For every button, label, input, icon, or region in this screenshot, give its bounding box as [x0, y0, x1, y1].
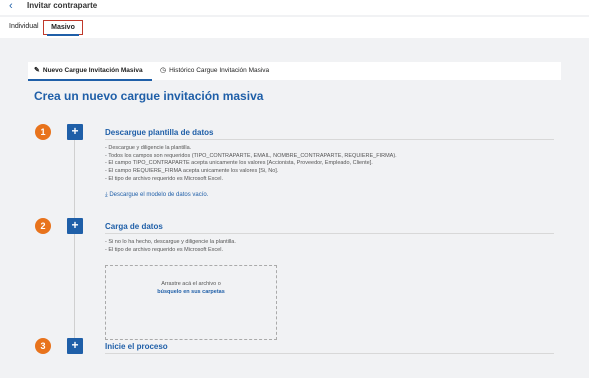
subtab-nuevo-cargue[interactable]: ✎ Nuevo Cargue Invitación Masiva [34, 66, 143, 74]
step-1-divider [105, 139, 554, 140]
tab-individual[interactable]: Individual [9, 23, 39, 30]
browse-files-link[interactable]: búsquelo en sus carpetas [106, 289, 276, 295]
step-2-instructions: - Si no lo ha hecho, descargue y diligen… [105, 239, 236, 254]
tab-masivo[interactable]: Masivo [43, 20, 83, 35]
expand-step-2-button[interactable]: + [67, 218, 83, 234]
active-tab-indicator [47, 34, 79, 36]
main-tabs: Individual Masivo [0, 17, 589, 38]
step-3-title: Inicie el proceso [105, 342, 168, 351]
download-link-label: Descargue el modelo de datos vacío. [109, 192, 209, 198]
top-bar: ‹ Invitar contraparte [0, 0, 589, 15]
expand-step-3-button[interactable]: + [67, 338, 83, 354]
subtab-historico[interactable]: ◷ Histórico Cargue Invitación Masiva [160, 66, 269, 74]
instruction-line: - El campo TIPO_CONTRAPARTE acepta unica… [105, 160, 373, 167]
download-icon: ⤓ [105, 192, 108, 198]
instruction-line: - El tipo de archivo requerido es Micros… [105, 246, 223, 253]
clock-icon: ◷ [160, 67, 167, 74]
dropzone-text: Arrastre acá el archivo o [161, 281, 221, 287]
instruction-line: - Todos los campos son requeridos (TIPO_… [105, 152, 397, 159]
page-title: Invitar contraparte [27, 1, 98, 10]
download-template-link[interactable]: ⤓ Descargue el modelo de datos vacío. [105, 192, 208, 199]
step-3-divider [105, 353, 554, 354]
subtab-label: Histórico Cargue Invitación Masiva [169, 67, 270, 74]
active-subtab-indicator [28, 79, 152, 81]
expand-step-1-button[interactable]: + [67, 124, 83, 140]
instruction-line: - Descargue y diligencie la plantilla. [105, 145, 192, 151]
step-1-title: Descargue plantilla de datos [105, 128, 214, 137]
main-heading: Crea un nuevo cargue invitación masiva [34, 89, 264, 103]
instruction-line: - Si no lo ha hecho, descargue y diligen… [105, 239, 236, 245]
step-1-instructions: - Descargue y diligencie la plantilla. -… [105, 145, 397, 184]
pencil-icon: ✎ [34, 67, 40, 74]
step-number-badge: 1 [35, 124, 51, 140]
step-2-divider [105, 233, 554, 234]
step-number-badge: 3 [35, 338, 51, 354]
instruction-line: - El tipo de archivo requerido es Micros… [105, 175, 223, 182]
step-2-title: Carga de datos [105, 222, 163, 231]
steps-connector-line [74, 140, 75, 340]
step-number-badge: 2 [35, 218, 51, 234]
file-dropzone[interactable]: Arrastre acá el archivo o búsquelo en su… [105, 265, 277, 340]
subtab-label: Nuevo Cargue Invitación Masiva [42, 67, 143, 74]
sub-tabs: ✎ Nuevo Cargue Invitación Masiva ◷ Históri… [28, 62, 561, 81]
chevron-left-icon[interactable]: ‹ [9, 0, 13, 12]
instruction-line: - El campo REQUIERE_FIRMA acepta unicame… [105, 168, 279, 175]
